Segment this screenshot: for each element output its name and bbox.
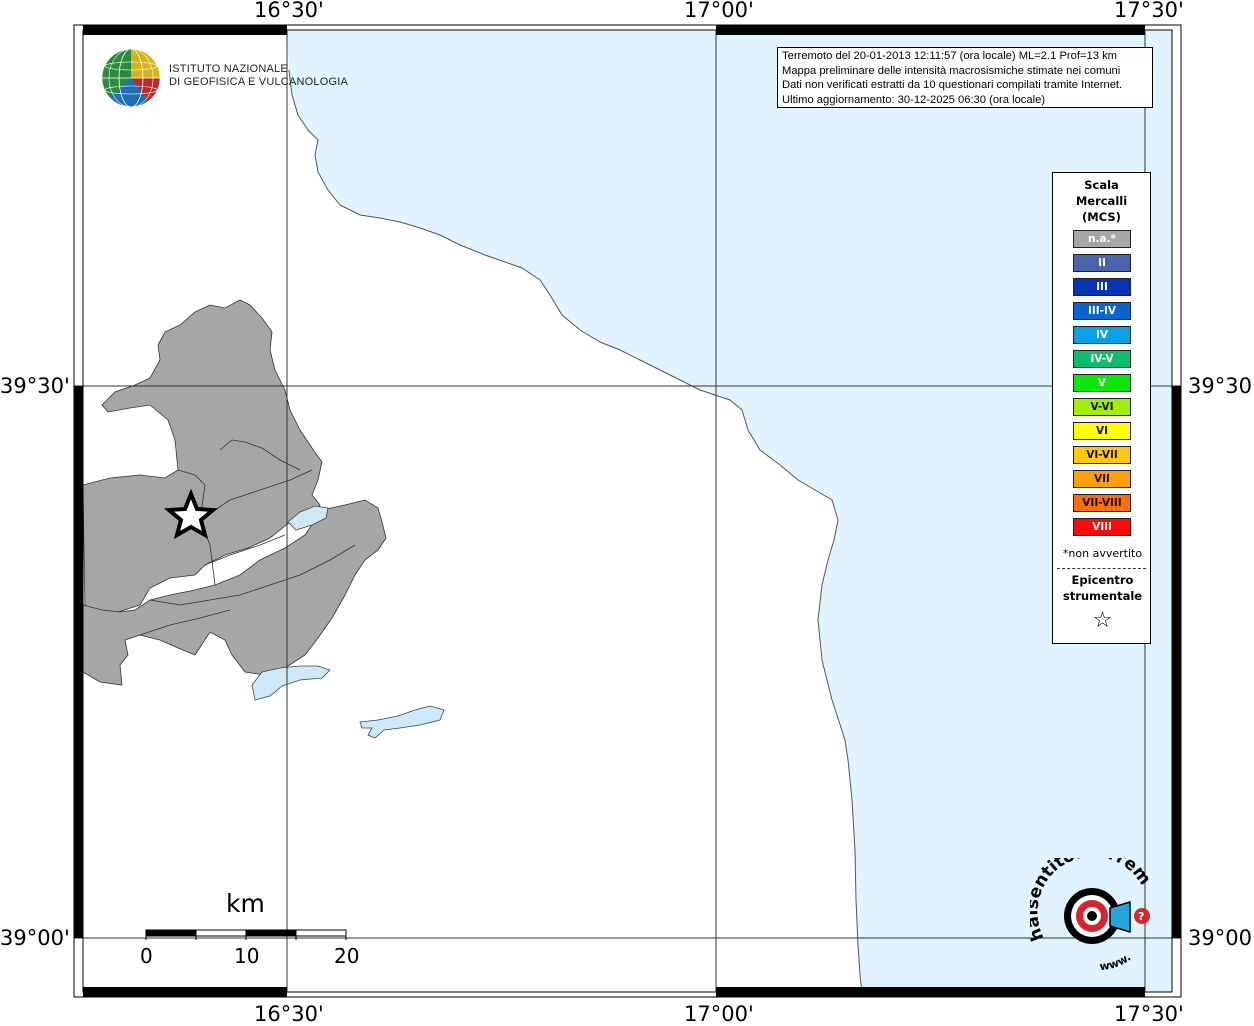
frame-bar-bottom-1	[83, 987, 287, 997]
frame-bar-top-1	[83, 25, 287, 35]
frame-bar-bottom-2	[716, 987, 1145, 997]
svg-text:?: ?	[1138, 910, 1144, 923]
lon-label-top-3: 17°30'	[1114, 0, 1184, 22]
legend-swatch: IV	[1073, 326, 1131, 344]
legend-star-icon: ☆	[1092, 608, 1113, 633]
ingv-globe-icon	[101, 48, 161, 108]
legend-swatch: n.a.*	[1073, 230, 1131, 248]
legend-epicentre-line-1: Epicentro	[1071, 573, 1134, 587]
legend-note: *non avvertito	[1062, 547, 1143, 560]
lon-label-bottom-3: 17°30'	[1114, 1002, 1184, 1026]
legend-swatch: VII	[1073, 470, 1131, 488]
logo-line-1: ISTITUTO NAZIONALE	[169, 63, 288, 75]
lon-label-bottom-2: 17°00'	[684, 1002, 754, 1026]
watermark-speaker-icon	[1109, 900, 1131, 934]
legend-swatch: IV-V	[1073, 350, 1131, 368]
frame-bar-right	[1172, 386, 1181, 938]
legend-swatch: VIII	[1073, 518, 1131, 536]
info-line-4: Ultimo aggiornamento: 30-12-2025 06:30 (…	[782, 93, 1046, 106]
legend-swatch: III-IV	[1073, 302, 1131, 320]
ingv-logo-text: ISTITUTO NAZIONALE DI GEOFISICA E VULCAN…	[169, 63, 348, 89]
lat-label-right-2: 39°00'	[1188, 926, 1254, 950]
earthquake-info-box: Terremoto del 20-01-2013 12:11:57 (ora l…	[777, 47, 1153, 108]
legend-swatch: V-VI	[1073, 398, 1131, 416]
frame-bar-left	[74, 386, 83, 938]
scale-tick-10: 10	[234, 944, 260, 968]
legend-swatch: VI	[1073, 422, 1131, 440]
legend-title: Scala Mercalli (MCS)	[1053, 177, 1150, 225]
lon-label-top-1: 16°30'	[254, 0, 324, 22]
legend-swatch: III	[1073, 278, 1131, 296]
haisentito-logo: haisentitoilterremoto.it www. ?	[1030, 858, 1155, 974]
info-line-3: Dati non verificati estratti da 10 quest…	[782, 79, 1123, 91]
legend-separator	[1057, 568, 1146, 569]
legend-swatch: VII-VIII	[1073, 494, 1131, 512]
lake-cecita	[359, 705, 445, 739]
legend-title-2: Mercalli	[1075, 194, 1128, 208]
legend-title-3: (MCS)	[1082, 210, 1121, 224]
sea-area	[287, 30, 1172, 992]
info-line-1: Terremoto del 20-01-2013 12:11:57 (ora l…	[782, 50, 1117, 62]
info-line-2: Mappa preliminare delle intensità macros…	[782, 64, 1121, 77]
legend-swatch: V	[1073, 374, 1131, 392]
mcs-legend: Scala Mercalli (MCS) n.a.* II III III-IV IV I…	[1052, 172, 1151, 644]
legend-swatch: VI-VII	[1073, 446, 1131, 464]
logo-line-2: DI GEOFISICA E VULCANOLOGIA	[169, 76, 348, 88]
lon-label-bottom-1: 16°30'	[254, 1002, 324, 1026]
lat-label-left-2: 39°00'	[0, 926, 70, 950]
legend-title-1: Scala	[1084, 178, 1119, 192]
legend-epicentre-label: Epicentro strumentale	[1053, 572, 1152, 604]
lat-label-left-1: 39°30'	[0, 374, 70, 398]
lon-label-top-2: 17°00'	[684, 0, 754, 22]
legend-swatch: II	[1073, 254, 1131, 272]
scale-tick-0: 0	[140, 944, 153, 968]
watermark-url: www.	[1099, 951, 1133, 974]
scale-title: km	[226, 889, 265, 918]
frame-bar-top-2	[716, 25, 1145, 35]
lat-label-right-1: 39°30'	[1188, 374, 1254, 398]
scale-tick-20: 20	[334, 944, 360, 968]
legend-epicentre-line-2: strumentale	[1062, 589, 1143, 603]
